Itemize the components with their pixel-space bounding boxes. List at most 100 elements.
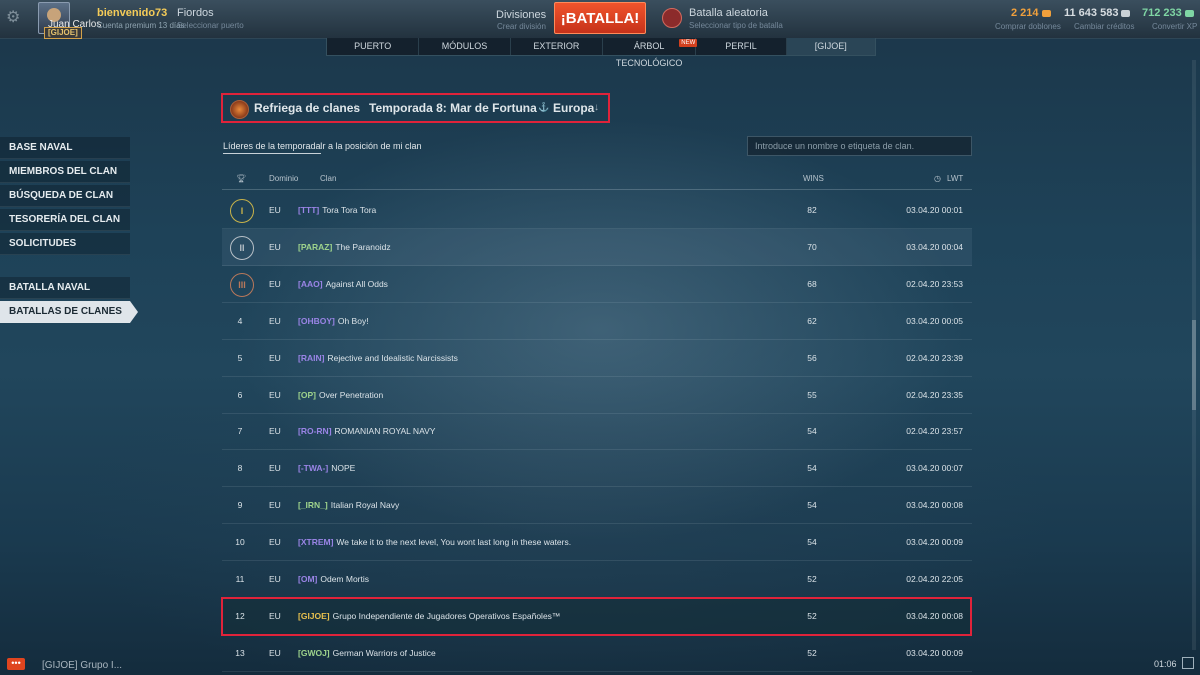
wins-cell: 62 [807, 316, 817, 326]
free-xp-value[interactable]: 712 233 [1142, 7, 1194, 19]
lwt-cell: 02.04.20 23:53 [906, 279, 963, 289]
rank-cell: 7 [237, 426, 243, 436]
main-tabs: PUERTO MÓDULOS EXTERIOR ÁRBOL TECNOLÓGIC… [326, 38, 876, 68]
tab-arbol-tecnologico[interactable]: ÁRBOL TECNOLÓGICO NEW [603, 38, 698, 68]
sidebar-item-solicitudes[interactable]: SOLICITUDES [0, 233, 130, 255]
table-row[interactable]: 10 EU [XTREM] We take it to the next level,… [222, 524, 972, 561]
sidebar-item-batalla-naval[interactable]: BATALLA NAVAL [0, 277, 130, 299]
table-row[interactable]: 9 EU [_IRN_] Italian Royal Navy 54 03.04.20 0… [222, 487, 972, 524]
battle-mode-icon[interactable] [662, 8, 682, 28]
clan-tag: [_IRN_] [298, 500, 328, 510]
column-wins[interactable]: WINS [803, 174, 824, 183]
clan-cell[interactable]: [RO-RN] ROMANIAN ROYAL NAVY [298, 413, 435, 449]
free-xp-hint: Convertir XP [1152, 22, 1198, 31]
battle-mode-selector[interactable]: Batalla aleatoria [689, 7, 768, 19]
sidebar-item-label: BASE NAVAL [9, 142, 73, 153]
clan-chat-channel[interactable]: [GIJOE] Grupo I... [42, 660, 122, 671]
table-row[interactable]: 7 EU [RO-RN] ROMANIAN ROYAL NAVY 54 02.04.20 … [222, 413, 972, 450]
clan-search-input[interactable] [747, 136, 972, 156]
rank-cell: 6 [237, 390, 243, 400]
credits-value[interactable]: 11 643 583 [1064, 7, 1131, 19]
divisions-button[interactable]: Divisiones [496, 9, 546, 21]
clan-cell[interactable]: [OP] Over Penetration [298, 377, 383, 413]
sidebar-item-label: TESORERÍA DEL CLAN [9, 214, 121, 225]
credits-icon [1121, 9, 1131, 17]
tab-puerto[interactable]: PUERTO [327, 38, 420, 55]
clan-name: Against All Odds [325, 279, 388, 289]
mode-dropdown[interactable]: Refriega de clanes [254, 101, 360, 115]
column-lwt[interactable]: LWT [947, 174, 963, 183]
season-dropdown[interactable]: Temporada 8: Mar de Fortuna [369, 101, 537, 115]
table-row[interactable]: II EU [PARAZ] The Paranoidz 70 03.04.20 00:04 [222, 229, 972, 266]
table-row[interactable]: 13 EU [GWOJ] German Warriors of Justice 52 03… [222, 635, 972, 672]
tab-label: EXTERIOR [533, 41, 580, 51]
sidebar-item-busqueda[interactable]: BÚSQUEDA DE CLAN [0, 185, 130, 207]
clan-cell[interactable]: [_IRN_] Italian Royal Navy [298, 487, 399, 523]
fullscreen-icon[interactable] [1182, 657, 1194, 669]
tab-perfil[interactable]: PERFIL [696, 38, 787, 55]
sidebar-item-base-naval[interactable]: BASE NAVAL [0, 137, 130, 159]
sidebar-item-tesoreria[interactable]: TESORERÍA DEL CLAN [0, 209, 130, 231]
clan-tag-badge: [GIJOE] [44, 27, 82, 39]
column-clan[interactable]: Clan [320, 174, 336, 183]
doubloons-amount: 2 214 [1011, 7, 1039, 19]
lwt-cell: 03.04.20 00:09 [906, 648, 963, 658]
table-row[interactable]: III EU [AAO] Against All Odds 68 02.04.20 23:… [222, 266, 972, 303]
clan-cell[interactable]: [-TWA-] NOPE [298, 450, 355, 486]
battle-mode-hint: Seleccionar tipo de batalla [689, 21, 783, 30]
port-selector[interactable]: Fiordos [177, 7, 214, 19]
arrow-down-icon[interactable]: ↓ [353, 102, 358, 113]
sidebar-item-batallas-clanes[interactable]: BATALLAS DE CLANES [0, 301, 138, 323]
column-domain[interactable]: Dominio [269, 174, 298, 183]
welcome-text[interactable]: bienvenido73 [97, 7, 167, 19]
tab-modulos[interactable]: MÓDULOS [419, 38, 511, 55]
goto-my-clan-link[interactable]: Ir a la posición de mi clan [320, 141, 422, 151]
clan-cell[interactable]: [GWOJ] German Warriors of Justice [298, 635, 436, 671]
tab-clan[interactable]: [GIJOE] [786, 38, 875, 55]
rank-cell: II [222, 229, 258, 265]
table-row[interactable]: 11 EU [OM] Odem Mortis 52 02.04.20 22:05 [222, 561, 972, 598]
sidebar-item-label: BÚSQUEDA DE CLAN [9, 190, 114, 201]
region-dropdown[interactable]: Europa [553, 101, 594, 115]
wins-cell: 52 [807, 574, 817, 584]
tab-label: PUERTO [354, 41, 392, 51]
credits-hint: Cambiar créditos [1074, 22, 1135, 31]
trophy-icon[interactable]: 🏆︎ [236, 174, 246, 183]
arrow-down-icon[interactable]: ↓ [594, 102, 599, 113]
clan-cell[interactable]: [OM] Odem Mortis [298, 561, 369, 597]
clan-cell[interactable]: [PARAZ] The Paranoidz [298, 229, 391, 265]
season-leaders-link[interactable]: Líderes de la temporada [223, 141, 321, 154]
sidebar-item-miembros[interactable]: MIEMBROS DEL CLAN [0, 161, 130, 183]
gear-icon[interactable]: ⚙ [6, 10, 22, 26]
table-row[interactable]: 4 EU [OHBOY] Oh Boy! 62 03.04.20 00:05 [222, 303, 972, 340]
clan-cell[interactable]: [TTT] Tora Tora Tora [298, 192, 376, 228]
table-row[interactable]: 5 EU [RAIN] Rejective and Idealistic Narcis… [222, 340, 972, 377]
scrollbar-thumb[interactable] [1192, 320, 1196, 410]
chat-button[interactable]: ••• [7, 658, 25, 670]
domain-cell: EU [269, 537, 281, 547]
clan-name: NOPE [331, 463, 356, 473]
domain-cell: EU [269, 353, 281, 363]
clan-name: Tora Tora Tora [322, 205, 377, 215]
arrow-down-icon[interactable]: ↓ [521, 102, 526, 113]
wins-cell: 54 [807, 463, 817, 473]
clan-cell[interactable]: [AAO] Against All Odds [298, 266, 388, 302]
clan-cell[interactable]: [XTREM] We take it to the next level, You… [298, 524, 571, 560]
sidebar-item-label: SOLICITUDES [9, 238, 77, 249]
clan-cell[interactable]: [OHBOY] Oh Boy! [298, 303, 369, 339]
clan-tag: [GWOJ] [298, 648, 330, 658]
doubloons-value[interactable]: 2 214 [1011, 7, 1051, 19]
table-row[interactable]: 8 EU [-TWA-] NOPE 54 03.04.20 00:07 [222, 450, 972, 487]
clan-cell[interactable]: [RAIN] Rejective and Idealistic Narcissis… [298, 340, 458, 376]
lwt-cell: 02.04.20 23:35 [906, 390, 963, 400]
premium-status: Cuenta premium 13 días [97, 21, 185, 30]
battle-button[interactable]: ¡BATALLA! [554, 2, 646, 34]
tab-exterior[interactable]: EXTERIOR [511, 38, 603, 55]
lwt-cell: 02.04.20 22:05 [906, 574, 963, 584]
table-row[interactable]: I EU [TTT] Tora Tora Tora 82 03.04.20 00:01 [222, 192, 972, 229]
rank-cell: 11 [235, 574, 245, 584]
lwt-cell: 03.04.20 00:05 [906, 316, 963, 326]
table-row[interactable]: 6 EU [OP] Over Penetration 55 02.04.20 23:35 [222, 377, 972, 414]
laurel-icon: III [230, 273, 254, 297]
clan-name: Odem Mortis [320, 574, 370, 584]
